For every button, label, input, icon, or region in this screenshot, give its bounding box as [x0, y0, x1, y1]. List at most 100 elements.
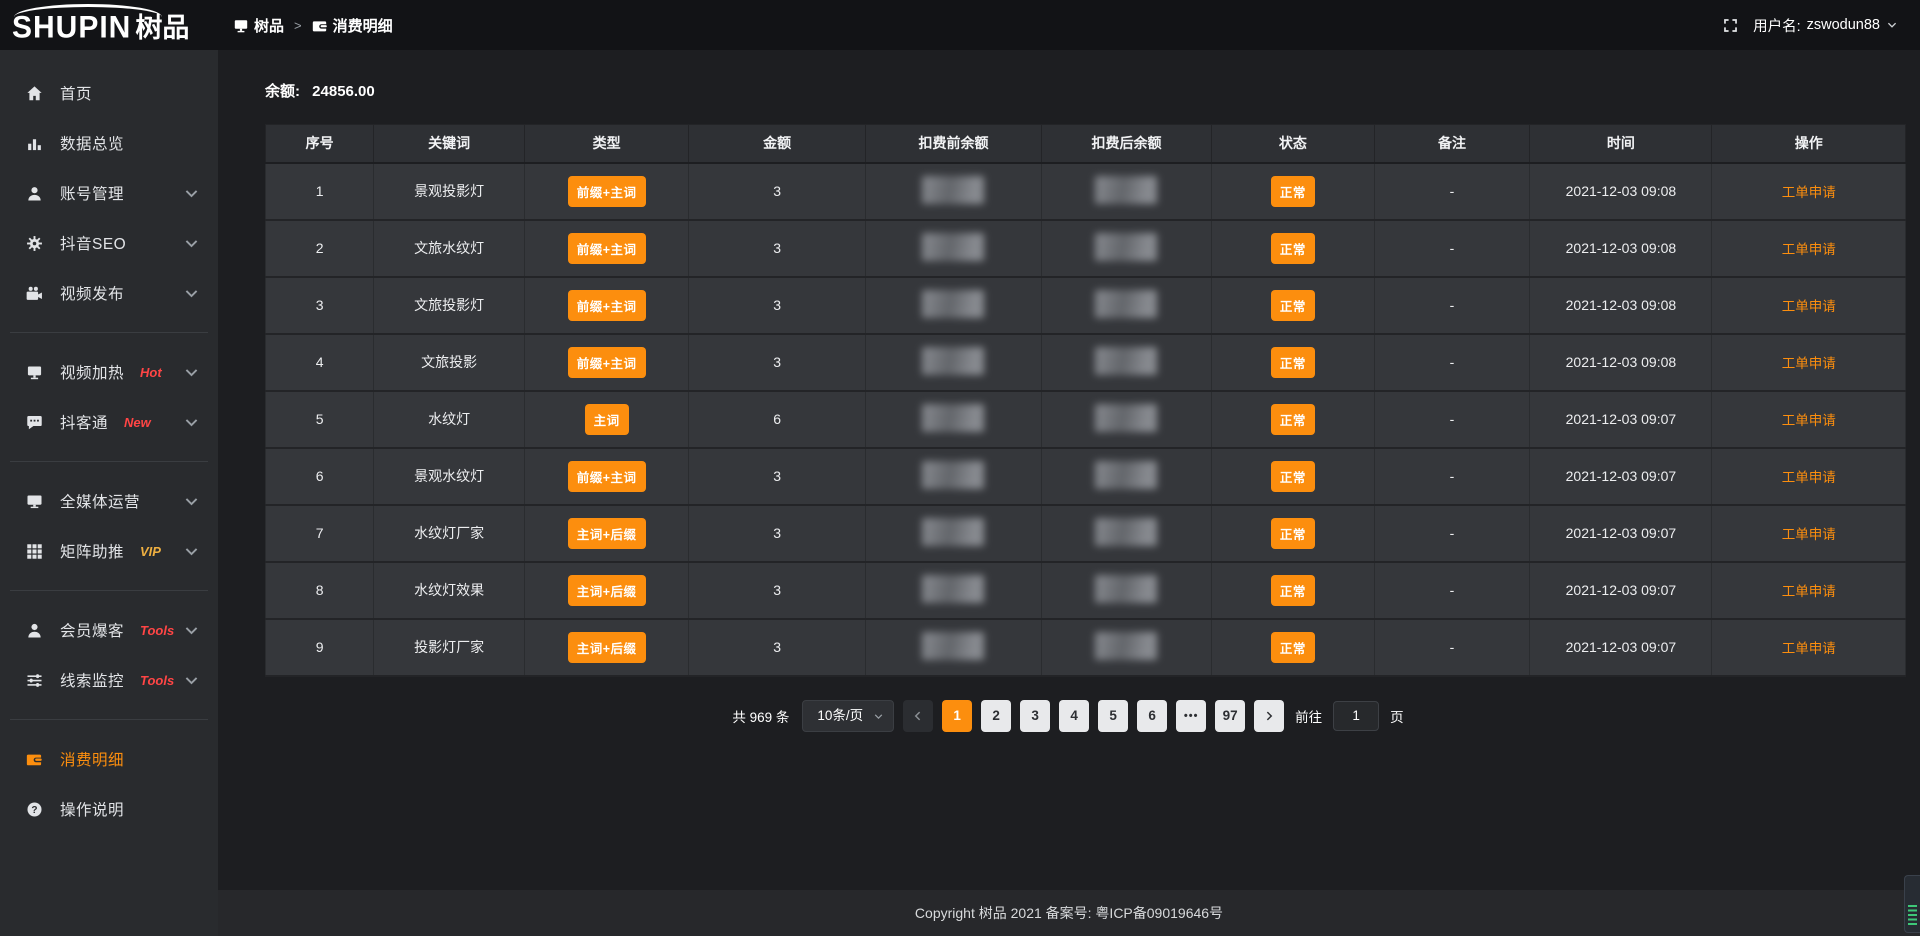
status-badge: 正常	[1271, 518, 1315, 549]
fullscreen-icon	[1722, 17, 1739, 34]
page-ellipsis-button[interactable]: •••	[1176, 700, 1206, 732]
sidebar-divider	[10, 332, 208, 333]
type-cell: 前缀+主词	[525, 220, 689, 277]
page-button-3[interactable]: 3	[1020, 700, 1050, 732]
balance-after-cell	[1041, 619, 1212, 676]
logo-text-en: SHUPIN	[12, 5, 131, 51]
balance-before-cell	[866, 619, 1041, 676]
ticket-apply-link[interactable]: 工单申请	[1782, 356, 1836, 371]
main-content: 余额: 24856.00 序号关键词类型金额扣费前余额扣费后余额状态备注时间操作…	[218, 50, 1920, 936]
sidebar-item-label: 操作说明	[60, 798, 124, 820]
redacted-value	[1095, 233, 1157, 261]
column-header: 关键词	[374, 125, 525, 163]
layout: 首页数据总览账号管理抖音SEO 视频发布视频加热 Hot 抖客通New 全媒体运营矩阵助…	[0, 50, 1920, 936]
page-button-1[interactable]: 1	[942, 700, 972, 732]
action-cell: 工单申请	[1712, 391, 1906, 448]
balance-after-cell	[1041, 277, 1212, 334]
next-page-button[interactable]	[1254, 700, 1284, 732]
table-row: 2文旅水纹灯前缀+主词3正常-2021-12-03 09:08工单申请	[266, 220, 1906, 277]
chat-icon	[26, 414, 43, 431]
ticket-apply-link[interactable]: 工单申请	[1782, 242, 1836, 257]
ticket-apply-link[interactable]: 工单申请	[1782, 299, 1836, 314]
seq-cell: 7	[266, 505, 374, 562]
chevron-down-icon	[873, 711, 884, 722]
column-header: 序号	[266, 125, 374, 163]
balance-before-cell	[866, 334, 1041, 391]
redacted-value	[1095, 518, 1157, 546]
member-icon	[26, 622, 43, 639]
status-badge: 正常	[1271, 461, 1315, 492]
remark-cell: -	[1374, 163, 1530, 220]
time-cell: 2021-12-03 09:07	[1530, 619, 1712, 676]
sidebar-item-badge: Hot	[140, 365, 162, 380]
sidebar-item-首页[interactable]: 首页	[0, 68, 218, 118]
keyword-cell: 文旅投影灯	[374, 277, 525, 334]
redacted-value	[1095, 575, 1157, 603]
column-header: 类型	[525, 125, 689, 163]
redacted-value	[922, 176, 984, 204]
sidebar-item-抖音SEO[interactable]: 抖音SEO	[0, 218, 218, 268]
page-button-5[interactable]: 5	[1098, 700, 1128, 732]
page-button-2[interactable]: 2	[981, 700, 1011, 732]
sidebar-item-线索监控[interactable]: 线索监控Tools	[0, 655, 218, 705]
fullscreen-button[interactable]	[1722, 17, 1739, 34]
sidebar-item-label: 视频加热	[60, 361, 124, 383]
time-cell: 2021-12-03 09:08	[1530, 334, 1712, 391]
goto-suffix: 页	[1390, 706, 1404, 726]
gear-icon	[26, 235, 43, 252]
sidebar-item-矩阵助推[interactable]: 矩阵助推VIP	[0, 526, 218, 576]
monitor-icon	[26, 493, 43, 510]
balance-label: 余额:	[265, 83, 300, 100]
goto-page-input[interactable]	[1333, 701, 1379, 731]
type-badge: 前缀+主词	[568, 347, 646, 378]
column-header: 扣费前余额	[866, 125, 1041, 163]
sidebar-item-label: 数据总览	[60, 132, 124, 154]
chart-icon	[26, 135, 43, 152]
ticket-apply-link[interactable]: 工单申请	[1782, 413, 1836, 428]
ticket-apply-link[interactable]: 工单申请	[1782, 527, 1836, 542]
chevron-down-icon	[183, 285, 200, 302]
floating-widget[interactable]	[1904, 875, 1920, 933]
user-menu[interactable]: 用户名: zswodun88	[1753, 15, 1898, 36]
sidebar-item-label: 抖音SEO	[60, 232, 126, 254]
sidebar-item-全媒体运营[interactable]: 全媒体运营	[0, 476, 218, 526]
ticket-apply-link[interactable]: 工单申请	[1782, 584, 1836, 599]
sidebar-item-会员爆客[interactable]: 会员爆客Tools	[0, 605, 218, 655]
type-badge: 前缀+主词	[568, 176, 646, 207]
sidebar-item-操作说明[interactable]: ?操作说明	[0, 784, 218, 834]
ticket-apply-link[interactable]: 工单申请	[1782, 470, 1836, 485]
sidebar-item-视频发布[interactable]: 视频发布	[0, 268, 218, 318]
balance-after-cell	[1041, 505, 1212, 562]
sidebar-item-label: 账号管理	[60, 182, 124, 204]
page-button-97[interactable]: 97	[1215, 700, 1245, 732]
sidebar-item-label: 线索监控	[60, 669, 124, 691]
page-size-select[interactable]: 10条/页	[802, 700, 894, 732]
page-button-4[interactable]: 4	[1059, 700, 1089, 732]
page-button-6[interactable]: 6	[1137, 700, 1167, 732]
sidebar-item-badge: VIP	[140, 544, 161, 559]
prev-page-button[interactable]	[903, 700, 933, 732]
ticket-apply-link[interactable]: 工单申请	[1782, 185, 1836, 200]
breadcrumb-item-home[interactable]: 树品	[233, 15, 284, 36]
sidebar-item-抖客通[interactable]: 抖客通New	[0, 397, 218, 447]
status-cell: 正常	[1212, 277, 1374, 334]
logo[interactable]: SHUPIN 树品	[0, 0, 218, 50]
username-value: zswodun88	[1807, 17, 1880, 33]
sidebar-item-视频加热[interactable]: 视频加热 Hot	[0, 347, 218, 397]
status-cell: 正常	[1212, 505, 1374, 562]
sidebar-item-账号管理[interactable]: 账号管理	[0, 168, 218, 218]
wallet-icon	[312, 18, 328, 34]
action-cell: 工单申请	[1712, 277, 1906, 334]
sidebar-item-消费明细[interactable]: 消费明细	[0, 734, 218, 784]
consumption-table: 序号关键词类型金额扣费前余额扣费后余额状态备注时间操作 1景观投影灯前缀+主词3…	[265, 124, 1906, 677]
breadcrumb-item-current[interactable]: 消费明细	[312, 15, 393, 36]
time-cell: 2021-12-03 09:07	[1530, 448, 1712, 505]
sidebar-item-badge: New	[124, 415, 151, 430]
ticket-apply-link[interactable]: 工单申请	[1782, 641, 1836, 656]
sidebar-item-数据总览[interactable]: 数据总览	[0, 118, 218, 168]
amount-cell: 3	[689, 277, 866, 334]
table-row: 7水纹灯厂家主词+后缀3正常-2021-12-03 09:07工单申请	[266, 505, 1906, 562]
arrow-right-icon	[1263, 710, 1275, 722]
goto-label: 前往	[1295, 706, 1322, 726]
chevron-down-icon	[183, 672, 200, 689]
